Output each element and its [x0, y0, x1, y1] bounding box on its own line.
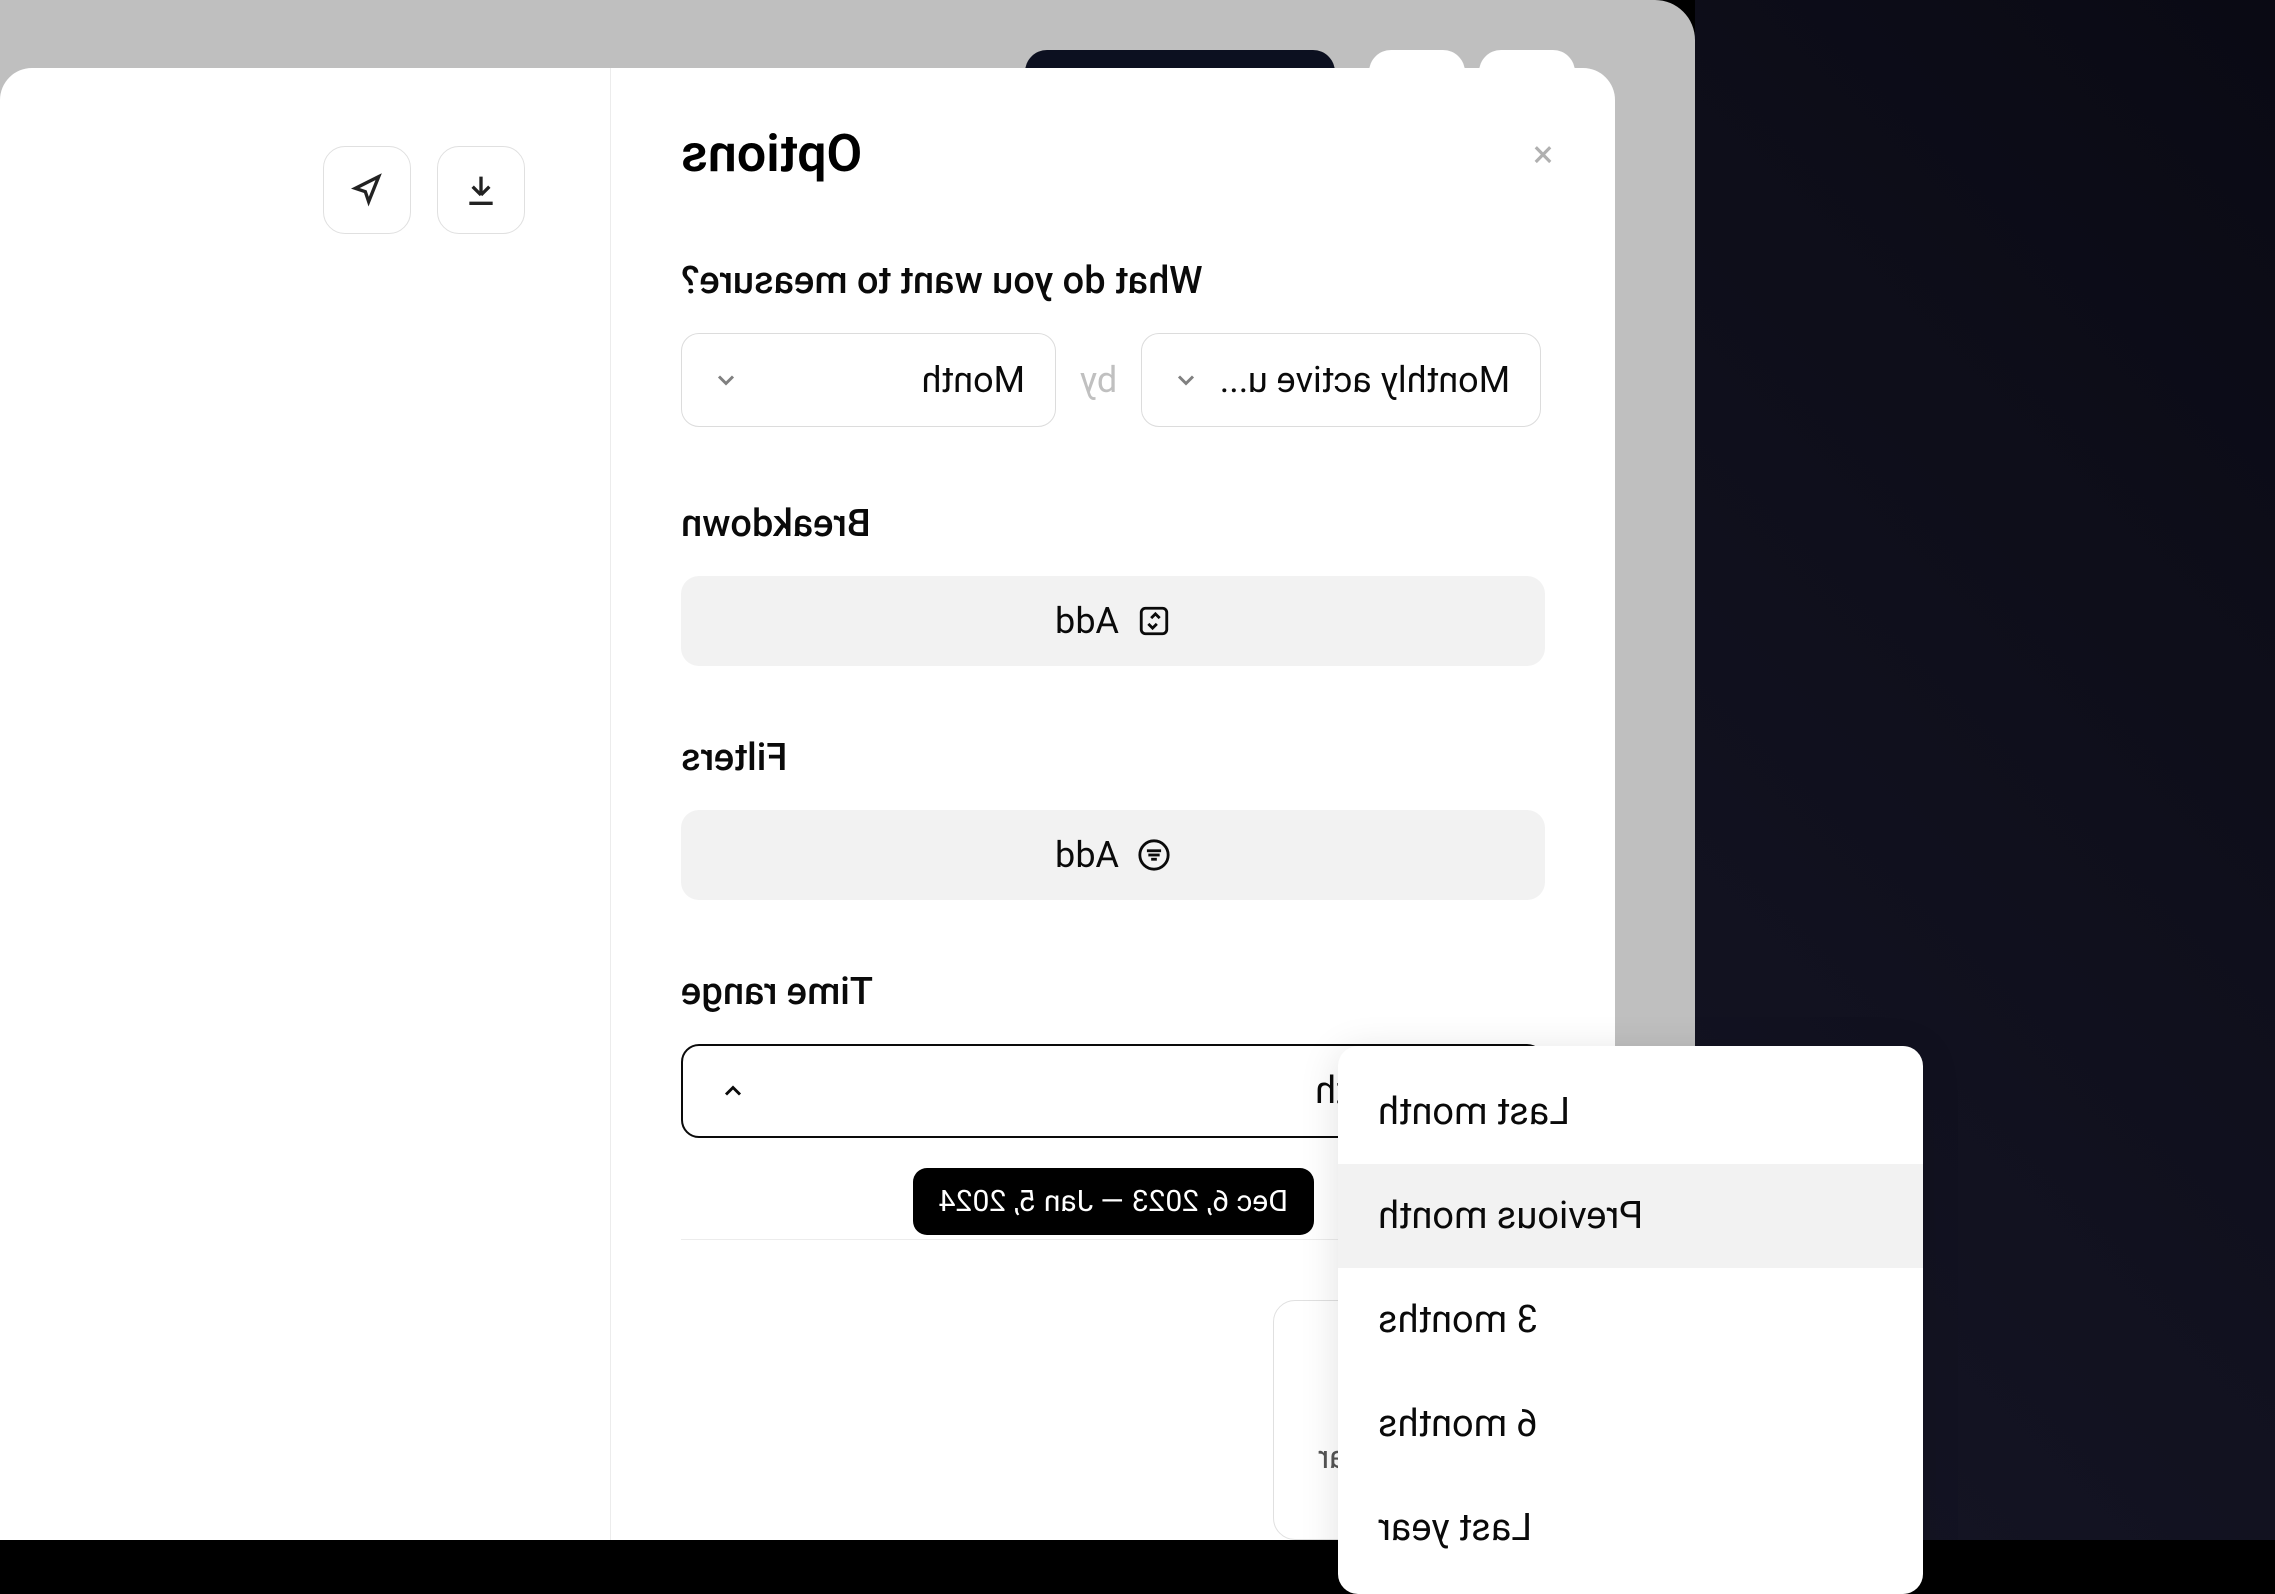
period-select-value: Month [922, 359, 1025, 401]
dropdown-item-previous-month[interactable]: Previous month [1338, 1164, 1923, 1268]
filters-label: Filters [681, 736, 1545, 780]
period-select[interactable]: Month [681, 333, 1056, 427]
download-button[interactable] [437, 146, 525, 234]
measure-row: Monthly active u... by Month [681, 333, 1545, 427]
breakdown-add-button[interactable]: Add [681, 576, 1545, 666]
filters-add-button[interactable]: Add [681, 810, 1545, 900]
dropdown-item-last-month[interactable]: Last month [1338, 1060, 1923, 1164]
breakdown-add-label: Add [1055, 600, 1119, 642]
measure-question: What do you want to measure? [681, 259, 1545, 303]
right-column [0, 68, 610, 1540]
timerange-dropdown: Last month Previous month 3 months 6 mon… [1338, 1046, 1923, 1594]
dropdown-item-6-months[interactable]: 6 months [1338, 1372, 1923, 1476]
metric-select-value: Monthly active u... [1219, 359, 1510, 401]
cursor-icon [347, 170, 387, 210]
close-icon[interactable]: × [1533, 136, 1553, 174]
dropdown-item-3-months[interactable]: 3 months [1338, 1268, 1923, 1372]
swap-icon [1137, 604, 1171, 638]
date-tooltip: Dec 6, 2023 — Jan 5, 2024 [913, 1168, 1314, 1235]
timerange-label: Time range [681, 970, 1545, 1014]
dropdown-item-last-year[interactable]: Last year [1338, 1476, 1923, 1580]
cursor-button[interactable] [323, 146, 411, 234]
metric-select[interactable]: Monthly active u... [1141, 333, 1541, 427]
chevron-down-icon [1172, 366, 1200, 394]
filter-icon [1137, 838, 1171, 872]
filters-add-label: Add [1055, 834, 1119, 876]
breakdown-label: Breakdown [681, 502, 1545, 546]
download-icon [461, 170, 501, 210]
panel-title: Options [681, 123, 1545, 184]
by-text: by [1080, 359, 1117, 401]
chevron-down-icon [712, 366, 740, 394]
chevron-up-icon [719, 1077, 747, 1105]
